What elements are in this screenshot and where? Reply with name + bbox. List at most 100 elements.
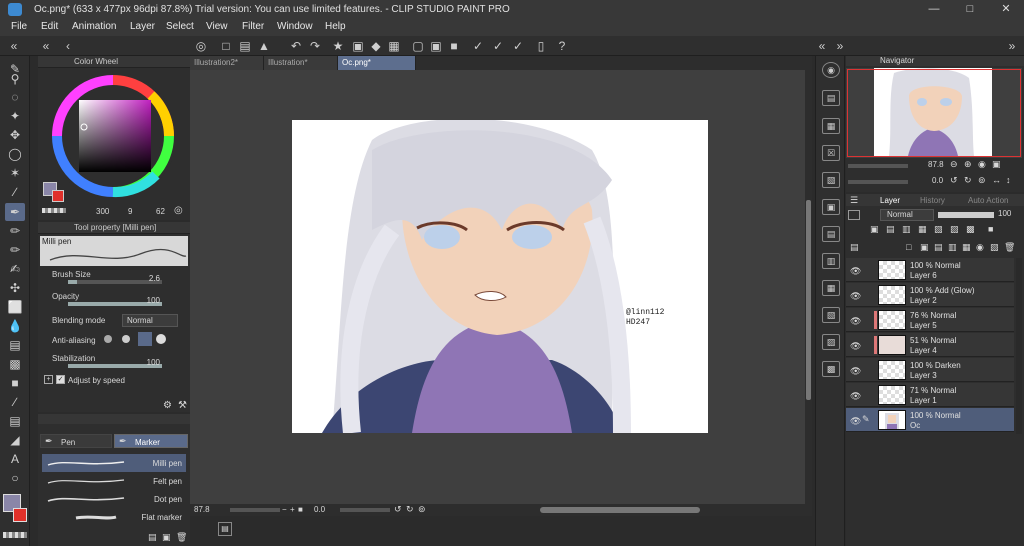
panel-menu-icon[interactable]: ▤	[850, 242, 859, 253]
deselect-icon[interactable]: ▢	[410, 38, 426, 54]
navigator-zoom-slider[interactable]	[848, 164, 908, 168]
eyedropper-icon[interactable]: ∕	[5, 183, 25, 201]
add-subtool-icon[interactable]: ▤	[148, 532, 157, 543]
new-raster-layer-icon[interactable]: □	[906, 242, 911, 252]
smartphone-icon[interactable]: ▯	[533, 38, 549, 54]
merge-down-icon[interactable]: ▦	[962, 242, 971, 253]
adjust-speed-checkbox[interactable]: ✓	[56, 375, 65, 384]
search-layer-icon[interactable]: ▣	[822, 199, 840, 215]
airbrush-icon[interactable]: ✍	[5, 260, 25, 278]
crop-icon[interactable]: ▣	[428, 38, 444, 54]
layer-row-selected[interactable]: 👁 ✎ 100 % Normal Oc	[846, 408, 1014, 432]
redo-icon[interactable]: ↷	[307, 38, 323, 54]
collapse-left-icon-2[interactable]: «	[38, 38, 54, 54]
navigator-rotate-right-icon[interactable]: ↻	[964, 175, 972, 186]
new-file-icon[interactable]: □	[218, 38, 234, 54]
layer-opacity-slider[interactable]	[938, 212, 994, 218]
aa-medium-icon[interactable]	[138, 332, 152, 346]
menu-help[interactable]: Help	[325, 21, 346, 32]
delete-layer-icon[interactable]: 🗑	[1004, 242, 1015, 253]
transform-icon[interactable]: ▦	[386, 38, 402, 54]
fill-tool-icon[interactable]: ▤	[5, 336, 25, 354]
animation-cels-icon[interactable]: ▤	[822, 226, 840, 242]
clear-icon[interactable]: ▣	[350, 38, 366, 54]
navigator-rotation-value[interactable]: 0.0	[932, 176, 943, 185]
visibility-eye-icon[interactable]: 👁	[850, 341, 861, 352]
menu-select[interactable]: Select	[166, 21, 194, 32]
menu-file[interactable]: File	[11, 21, 27, 32]
line-tool-icon[interactable]: ∕	[5, 393, 25, 411]
visibility-eye-icon[interactable]: 👁	[850, 266, 861, 277]
visibility-eye-icon[interactable]: 👁	[850, 391, 861, 402]
chevron-left-icon[interactable]: ‹	[60, 38, 76, 54]
ruler-icon[interactable]: ◢	[5, 431, 25, 449]
zoom-tool-icon[interactable]: ⚲	[5, 70, 25, 88]
expand-icon[interactable]: +	[44, 375, 53, 384]
text-tool-icon[interactable]: A	[5, 450, 25, 468]
snap-grid-icon[interactable]: ✓	[510, 38, 526, 54]
transfer-down-icon[interactable]: ▥	[948, 242, 957, 253]
color-set-icon[interactable]: ▦	[822, 280, 840, 296]
stabilization-value[interactable]: 100	[134, 358, 160, 367]
layer-opacity-value[interactable]: 100	[998, 209, 1011, 218]
tab-illustration2[interactable]: Illustration2*	[190, 56, 264, 70]
loading-icon[interactable]: ★	[330, 38, 346, 54]
aa-weak-icon[interactable]	[122, 335, 130, 343]
blending-mode-select[interactable]: Normal	[122, 314, 178, 327]
gradient-icon[interactable]: ▩	[5, 355, 25, 373]
navigator-flip-v-icon[interactable]: ↕	[1006, 175, 1011, 185]
group-marker-tab[interactable]: ✒ Marker	[114, 434, 188, 448]
fit-icon[interactable]: ■	[298, 505, 303, 514]
menu-edit[interactable]: Edit	[41, 21, 58, 32]
zoom-slider[interactable]	[230, 508, 280, 512]
sub-color-swatch[interactable]	[13, 508, 27, 522]
visibility-eye-icon[interactable]: 👁	[850, 366, 861, 377]
copy-subtool-icon[interactable]: ▣	[162, 532, 171, 543]
tab-oc-png[interactable]: Oc.png*	[338, 56, 416, 70]
expand-right-icon-2[interactable]: »	[1004, 38, 1020, 54]
navigator-zoom-in-icon[interactable]: ⊕	[964, 159, 972, 170]
layer-color-box[interactable]	[848, 210, 860, 220]
material-icon[interactable]: ▦	[822, 118, 840, 134]
menu-view[interactable]: View	[206, 21, 228, 32]
cw-sub-color-swatch[interactable]	[52, 190, 64, 202]
navigator-rotation-slider[interactable]	[848, 180, 908, 184]
clip-studio-icon[interactable]: ◎	[193, 38, 209, 54]
color-mode-icon[interactable]: ◎	[174, 205, 183, 216]
visibility-eye-icon[interactable]: 👁	[850, 291, 861, 302]
magic-wand-icon[interactable]: ✶	[5, 164, 25, 182]
tab-layer[interactable]: Layer	[880, 196, 900, 205]
wrench-icon[interactable]: ⚒	[178, 400, 187, 411]
create-mask-icon[interactable]: ◉	[976, 242, 984, 253]
item-bank-icon[interactable]: ▥	[822, 253, 840, 269]
apply-mask-icon[interactable]: ▧	[990, 242, 999, 253]
frame-icon[interactable]: ▤	[5, 412, 25, 430]
close-button[interactable]: ✕	[988, 1, 1024, 18]
color-history-icon[interactable]: ▧	[822, 307, 840, 323]
new-folder-icon[interactable]: ▤	[934, 242, 943, 253]
reset-rotation-icon[interactable]: ⊚	[418, 504, 426, 515]
zoom-value[interactable]: 87.8	[194, 505, 210, 514]
rotate-right-icon[interactable]: ↻	[406, 504, 414, 515]
pen-tool-selected-icon[interactable]: ✒	[5, 203, 25, 221]
opacity-value[interactable]: 100	[134, 296, 160, 305]
layer-row[interactable]: 👁 100 % Darken Layer 3	[846, 358, 1014, 382]
navigator-preview[interactable]	[846, 68, 1022, 158]
navigator-flip-h-icon[interactable]: ↔	[992, 175, 1001, 185]
clip-layer-icon[interactable]: ▣	[870, 224, 879, 235]
navigator-reset-icon[interactable]: ⊚	[978, 175, 986, 186]
auto-select-icon[interactable]: ✦	[5, 107, 25, 125]
sub-view-icon[interactable]: ▤	[822, 90, 840, 106]
timeline-icon[interactable]: ▤	[218, 522, 232, 536]
layer-row[interactable]: 👁 100 % Add (Glow) Layer 2	[846, 283, 1014, 307]
rotate-left-icon[interactable]: ↺	[394, 504, 402, 515]
move-tool-icon[interactable]: ✥	[5, 126, 25, 144]
tool-settings-icon[interactable]: ⚙	[163, 400, 172, 411]
visibility-eye-icon[interactable]: 👁	[850, 416, 861, 427]
tab-auto-action[interactable]: Auto Action	[968, 196, 1008, 205]
lock-layer-icon[interactable]: ▦	[918, 224, 927, 235]
tab-history[interactable]: History	[920, 196, 945, 205]
brush-dot-pen[interactable]: Dot pen	[42, 490, 186, 508]
navigator-rotate-left-icon[interactable]: ↺	[950, 175, 958, 186]
intermediate-color-icon[interactable]: ▨	[822, 334, 840, 350]
